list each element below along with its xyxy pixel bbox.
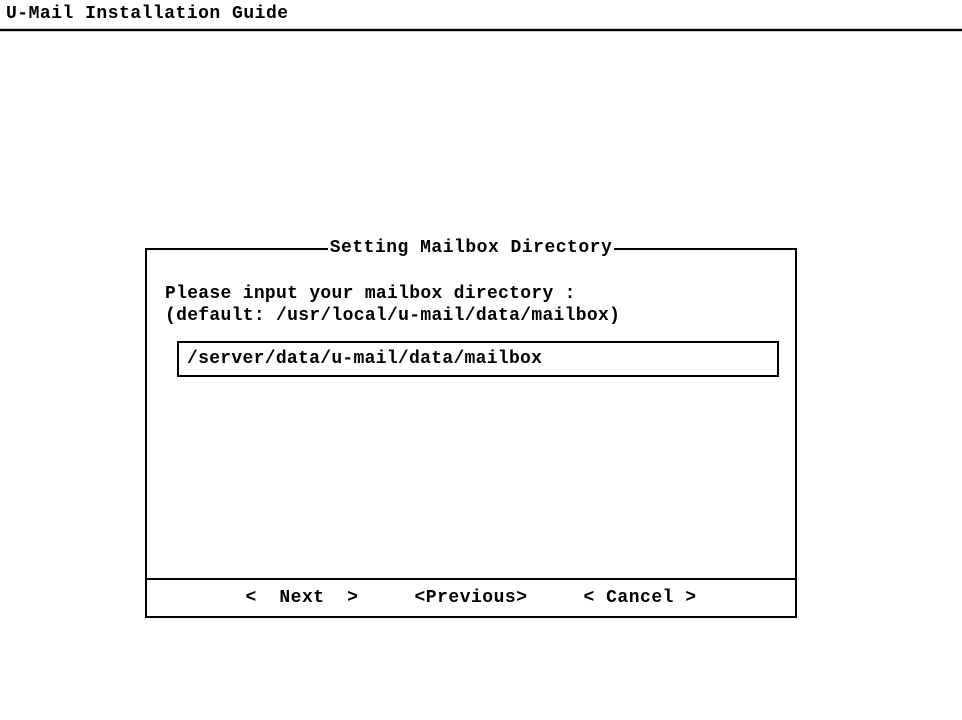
divider — [0, 31, 962, 32]
mailbox-directory-dialog: Setting Mailbox Directory Please input y… — [145, 248, 797, 618]
next-button[interactable]: < Next > — [245, 588, 358, 608]
dialog-title-wrap: Setting Mailbox Directory — [147, 238, 795, 258]
mailbox-directory-input-box — [177, 341, 779, 377]
dialog-body: Please input your mailbox directory : (d… — [147, 250, 795, 377]
cancel-button[interactable]: < Cancel > — [584, 588, 697, 608]
default-hint: (default: /usr/local/u-mail/data/mailbox… — [165, 306, 777, 328]
page-title: U-Mail Installation Guide — [0, 0, 962, 28]
prompt-text: Please input your mailbox directory : — [165, 284, 777, 306]
dialog-title: Setting Mailbox Directory — [328, 238, 615, 258]
previous-button[interactable]: <Previous> — [414, 588, 527, 608]
button-bar: < Next > <Previous> < Cancel > — [147, 578, 795, 616]
mailbox-directory-input[interactable] — [179, 343, 777, 375]
